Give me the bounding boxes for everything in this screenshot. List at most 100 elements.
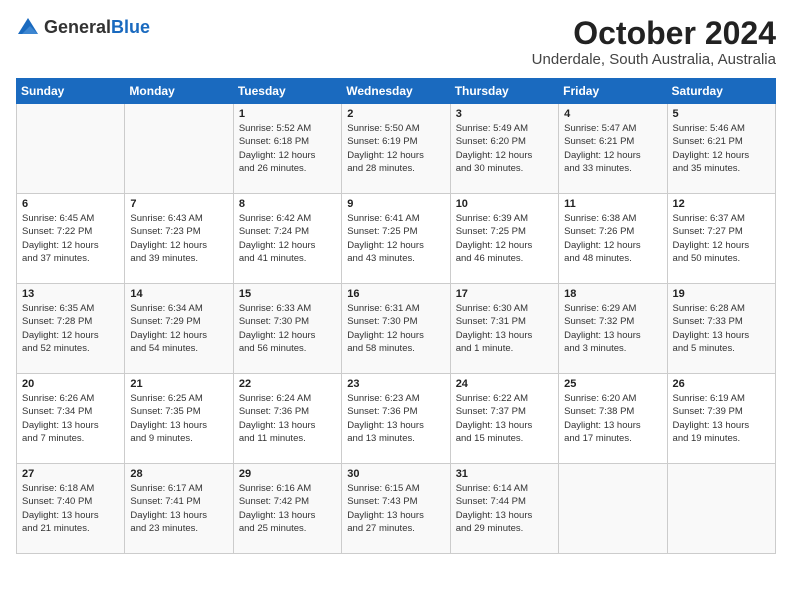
day-number: 15 [239,288,336,300]
day-number: 8 [239,198,336,210]
day-number: 30 [347,468,444,480]
day-cell: 29 Sunrise: 6:16 AM Sunset: 7:42 PM Dayli… [233,464,341,554]
logo-text-blue: Blue [111,17,150,37]
day-info: Sunrise: 6:31 AM Sunset: 7:30 PM Dayligh… [347,302,444,355]
day-number: 1 [239,108,336,120]
day-cell: 4 Sunrise: 5:47 AM Sunset: 6:21 PM Daylig… [559,104,667,194]
day-number: 29 [239,468,336,480]
day-info: Sunrise: 6:37 AM Sunset: 7:27 PM Dayligh… [673,212,770,265]
day-cell [667,464,775,554]
day-cell: 20Sunrise: 6:26 AM Sunset: 7:34 PM Dayli… [17,374,125,464]
day-number: 14 [130,288,227,300]
day-info: Sunrise: 6:24 AM Sunset: 7:36 PM Dayligh… [239,392,336,445]
day-info: Sunrise: 6:30 AM Sunset: 7:31 PM Dayligh… [456,302,553,355]
header-wednesday: Wednesday [342,79,450,104]
day-number: 17 [456,288,553,300]
location-title: Underdale, South Australia, Australia [532,51,776,68]
day-number: 23 [347,378,444,390]
page-header: GeneralBlue October 2024 Underdale, Sout… [16,16,776,68]
day-cell: 6 Sunrise: 6:45 AM Sunset: 7:22 PM Daylig… [17,194,125,284]
day-number: 11 [564,198,661,210]
day-cell: 28 Sunrise: 6:17 AM Sunset: 7:41 PM Dayli… [125,464,233,554]
day-cell: 11Sunrise: 6:38 AM Sunset: 7:26 PM Dayli… [559,194,667,284]
day-info: Sunrise: 6:45 AM Sunset: 7:22 PM Dayligh… [22,212,119,265]
day-number: 6 [22,198,119,210]
day-cell: 16 Sunrise: 6:31 AM Sunset: 7:30 PM Dayli… [342,284,450,374]
day-number: 24 [456,378,553,390]
day-info: Sunrise: 6:42 AM Sunset: 7:24 PM Dayligh… [239,212,336,265]
calendar-table: SundayMondayTuesdayWednesdayThursdayFrid… [16,78,776,554]
day-number: 21 [130,378,227,390]
week-row-1: 1Sunrise: 5:52 AM Sunset: 6:18 PM Daylig… [17,104,776,194]
header-saturday: Saturday [667,79,775,104]
day-cell: 26 Sunrise: 6:19 AM Sunset: 7:39 PM Dayli… [667,374,775,464]
week-row-5: 27 Sunrise: 6:18 AM Sunset: 7:40 PM Dayli… [17,464,776,554]
day-cell: 14 Sunrise: 6:34 AM Sunset: 7:29 PM Dayli… [125,284,233,374]
day-number: 3 [456,108,553,120]
logo-text-general: General [44,17,111,37]
day-cell: 21 Sunrise: 6:25 AM Sunset: 7:35 PM Dayli… [125,374,233,464]
day-number: 9 [347,198,444,210]
day-cell: 12 Sunrise: 6:37 AM Sunset: 7:27 PM Dayli… [667,194,775,284]
day-info: Sunrise: 6:33 AM Sunset: 7:30 PM Dayligh… [239,302,336,355]
day-cell: 8 Sunrise: 6:42 AM Sunset: 7:24 PM Daylig… [233,194,341,284]
day-info: Sunrise: 6:39 AM Sunset: 7:25 PM Dayligh… [456,212,553,265]
day-info: Sunrise: 6:26 AM Sunset: 7:34 PM Dayligh… [22,392,119,445]
week-row-2: 6 Sunrise: 6:45 AM Sunset: 7:22 PM Daylig… [17,194,776,284]
header-thursday: Thursday [450,79,558,104]
day-info: Sunrise: 6:16 AM Sunset: 7:42 PM Dayligh… [239,482,336,535]
day-info: Sunrise: 6:14 AM Sunset: 7:44 PM Dayligh… [456,482,553,535]
day-number: 27 [22,468,119,480]
day-cell: 25Sunrise: 6:20 AM Sunset: 7:38 PM Dayli… [559,374,667,464]
day-cell: 17 Sunrise: 6:30 AM Sunset: 7:31 PM Dayli… [450,284,558,374]
day-number: 5 [673,108,770,120]
day-cell: 3 Sunrise: 5:49 AM Sunset: 6:20 PM Daylig… [450,104,558,194]
day-info: Sunrise: 6:23 AM Sunset: 7:36 PM Dayligh… [347,392,444,445]
day-number: 28 [130,468,227,480]
day-cell [559,464,667,554]
logo: GeneralBlue [16,16,150,40]
day-info: Sunrise: 5:49 AM Sunset: 6:20 PM Dayligh… [456,122,553,175]
day-info: Sunrise: 6:43 AM Sunset: 7:23 PM Dayligh… [130,212,227,265]
day-cell [125,104,233,194]
day-cell: 1Sunrise: 5:52 AM Sunset: 6:18 PM Daylig… [233,104,341,194]
day-info: Sunrise: 6:41 AM Sunset: 7:25 PM Dayligh… [347,212,444,265]
day-number: 12 [673,198,770,210]
day-cell: 27 Sunrise: 6:18 AM Sunset: 7:40 PM Dayli… [17,464,125,554]
day-number: 26 [673,378,770,390]
day-cell: 23 Sunrise: 6:23 AM Sunset: 7:36 PM Dayli… [342,374,450,464]
header-row: SundayMondayTuesdayWednesdayThursdayFrid… [17,79,776,104]
day-cell: 9 Sunrise: 6:41 AM Sunset: 7:25 PM Daylig… [342,194,450,284]
day-cell: 31Sunrise: 6:14 AM Sunset: 7:44 PM Dayli… [450,464,558,554]
day-info: Sunrise: 6:18 AM Sunset: 7:40 PM Dayligh… [22,482,119,535]
day-cell: 24Sunrise: 6:22 AM Sunset: 7:37 PM Dayli… [450,374,558,464]
day-number: 13 [22,288,119,300]
title-area: October 2024 Underdale, South Australia,… [532,16,776,68]
day-cell: 10 Sunrise: 6:39 AM Sunset: 7:25 PM Dayli… [450,194,558,284]
day-cell: 18Sunrise: 6:29 AM Sunset: 7:32 PM Dayli… [559,284,667,374]
day-cell [17,104,125,194]
day-info: Sunrise: 6:29 AM Sunset: 7:32 PM Dayligh… [564,302,661,355]
day-number: 25 [564,378,661,390]
day-cell: 7 Sunrise: 6:43 AM Sunset: 7:23 PM Daylig… [125,194,233,284]
day-info: Sunrise: 6:17 AM Sunset: 7:41 PM Dayligh… [130,482,227,535]
day-cell: 13Sunrise: 6:35 AM Sunset: 7:28 PM Dayli… [17,284,125,374]
day-info: Sunrise: 6:25 AM Sunset: 7:35 PM Dayligh… [130,392,227,445]
header-friday: Friday [559,79,667,104]
header-sunday: Sunday [17,79,125,104]
day-info: Sunrise: 5:47 AM Sunset: 6:21 PM Dayligh… [564,122,661,175]
day-number: 10 [456,198,553,210]
day-info: Sunrise: 6:34 AM Sunset: 7:29 PM Dayligh… [130,302,227,355]
day-number: 4 [564,108,661,120]
day-cell: 22 Sunrise: 6:24 AM Sunset: 7:36 PM Dayli… [233,374,341,464]
day-info: Sunrise: 6:19 AM Sunset: 7:39 PM Dayligh… [673,392,770,445]
day-number: 7 [130,198,227,210]
day-number: 16 [347,288,444,300]
day-number: 19 [673,288,770,300]
week-row-4: 20Sunrise: 6:26 AM Sunset: 7:34 PM Dayli… [17,374,776,464]
day-cell: 15 Sunrise: 6:33 AM Sunset: 7:30 PM Dayli… [233,284,341,374]
day-info: Sunrise: 5:46 AM Sunset: 6:21 PM Dayligh… [673,122,770,175]
day-number: 22 [239,378,336,390]
day-cell: 30Sunrise: 6:15 AM Sunset: 7:43 PM Dayli… [342,464,450,554]
day-number: 2 [347,108,444,120]
